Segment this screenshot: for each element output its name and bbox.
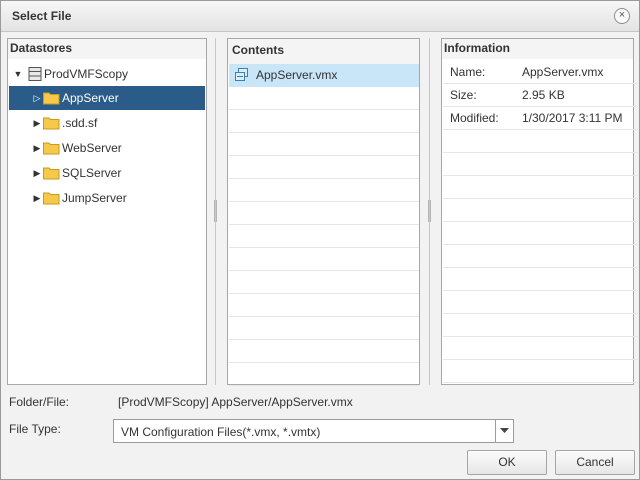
empty-list-row: [229, 317, 419, 340]
empty-info-row: [443, 245, 638, 268]
empty-list-row: [229, 156, 419, 179]
folder-file-value: [ProdVMFScopy] AppServer/AppServer.vmx: [118, 395, 353, 409]
vm-file-icon: [235, 68, 248, 81]
empty-info-row: [443, 199, 638, 222]
empty-list-row: [229, 363, 419, 386]
empty-list-row: [229, 110, 419, 133]
empty-info-row: [443, 268, 638, 291]
empty-info-row: [443, 337, 638, 360]
information-header: Information: [442, 39, 633, 59]
tree-item-label: JumpServer: [62, 191, 127, 205]
empty-list-row: [229, 340, 419, 363]
empty-list-row: [229, 133, 419, 156]
tree-item-appserver[interactable]: ▷ AppServer: [9, 86, 205, 110]
dropdown-button[interactable]: [495, 420, 513, 442]
file-type-label: File Type:: [9, 422, 61, 436]
empty-info-row: [443, 153, 638, 176]
folder-icon: [43, 192, 60, 205]
close-icon: ×: [618, 9, 626, 21]
contents-panel: Contents AppServer.vmx: [227, 38, 420, 386]
empty-info-row: [443, 176, 638, 199]
expand-right-icon[interactable]: ▶: [32, 186, 42, 210]
tree-item-label: WebServer: [62, 141, 122, 155]
datastores-panel: Datastores ▼ ProdVMFScopy ▷ AppServer ▶ …: [7, 38, 207, 385]
empty-info-row: [443, 222, 638, 245]
info-label: Name:: [450, 65, 486, 79]
ok-button[interactable]: OK: [467, 450, 547, 475]
tree-item-datastore-root[interactable]: ▼ ProdVMFScopy: [9, 62, 205, 86]
cancel-button[interactable]: Cancel: [555, 450, 635, 475]
folder-icon: [43, 92, 60, 105]
list-item-label: AppServer.vmx: [256, 68, 338, 82]
empty-list-row: [229, 248, 419, 271]
tree-item-label: AppServer: [62, 91, 119, 105]
information-panel: Information Name: AppServer.vmx Size: 2.…: [441, 38, 638, 385]
empty-info-row: [443, 130, 638, 153]
info-row-size: Size: 2.95 KB: [443, 84, 638, 107]
tree-item-label: ProdVMFScopy: [44, 67, 129, 81]
empty-info-row: [443, 360, 638, 383]
info-value: 2.95 KB: [522, 88, 565, 102]
list-item-appserver-vmx[interactable]: AppServer.vmx: [229, 64, 419, 87]
file-type-value: VM Configuration Files(*.vmx, *.vmtx): [121, 425, 321, 439]
info-row-name: Name: AppServer.vmx: [443, 61, 638, 84]
empty-list-row: [229, 225, 419, 248]
dialog-title: Select File: [12, 9, 72, 23]
folder-icon: [43, 142, 60, 155]
empty-info-row: [443, 291, 638, 314]
info-label: Modified:: [450, 111, 499, 125]
empty-list-row: [229, 294, 419, 317]
select-file-dialog: Select File × Datastores ▼ ProdVMFScopy …: [0, 0, 640, 480]
info-value: 1/30/2017 3:11 PM: [522, 111, 623, 125]
tree-item-jumpserver[interactable]: ▶ JumpServer: [9, 186, 205, 210]
folder-icon: [43, 167, 60, 180]
tree-item-label: .sdd.sf: [62, 116, 98, 130]
datastore-icon: [28, 67, 42, 81]
panel-splitter[interactable]: [427, 38, 433, 385]
chevron-down-icon: [500, 428, 509, 433]
info-label: Size:: [450, 88, 477, 102]
expand-right-icon[interactable]: ▶: [32, 111, 42, 135]
expand-right-icon[interactable]: ▶: [32, 161, 42, 185]
tree-item-sqlserver[interactable]: ▶ SQLServer: [9, 161, 205, 185]
info-value: AppServer.vmx: [522, 65, 604, 79]
tree-item-webserver[interactable]: ▶ WebServer: [9, 136, 205, 160]
datastores-header: Datastores: [8, 39, 206, 59]
empty-list-row: [229, 202, 419, 225]
empty-list-row: [229, 179, 419, 202]
splitter-grip[interactable]: [214, 200, 217, 222]
empty-list-row: [229, 271, 419, 294]
folder-icon: [43, 117, 60, 130]
file-type-select[interactable]: VM Configuration Files(*.vmx, *.vmtx): [113, 419, 514, 443]
contents-header: Contents: [228, 39, 419, 64]
splitter-grip[interactable]: [428, 200, 431, 222]
expand-down-icon[interactable]: ▼: [13, 62, 23, 86]
expand-right-icon[interactable]: ▶: [32, 136, 42, 160]
info-row-modified: Modified: 1/30/2017 3:11 PM: [443, 107, 638, 130]
expand-right-icon[interactable]: ▷: [32, 86, 42, 110]
close-button[interactable]: ×: [614, 8, 630, 24]
tree-item-sdd-sf[interactable]: ▶ .sdd.sf: [9, 111, 205, 135]
tree-item-label: SQLServer: [62, 166, 122, 180]
folder-file-label: Folder/File:: [9, 395, 70, 409]
empty-list-row: [229, 87, 419, 110]
empty-info-row: [443, 314, 638, 337]
panel-splitter[interactable]: [213, 38, 219, 385]
dialog-titlebar: Select File ×: [1, 1, 639, 32]
